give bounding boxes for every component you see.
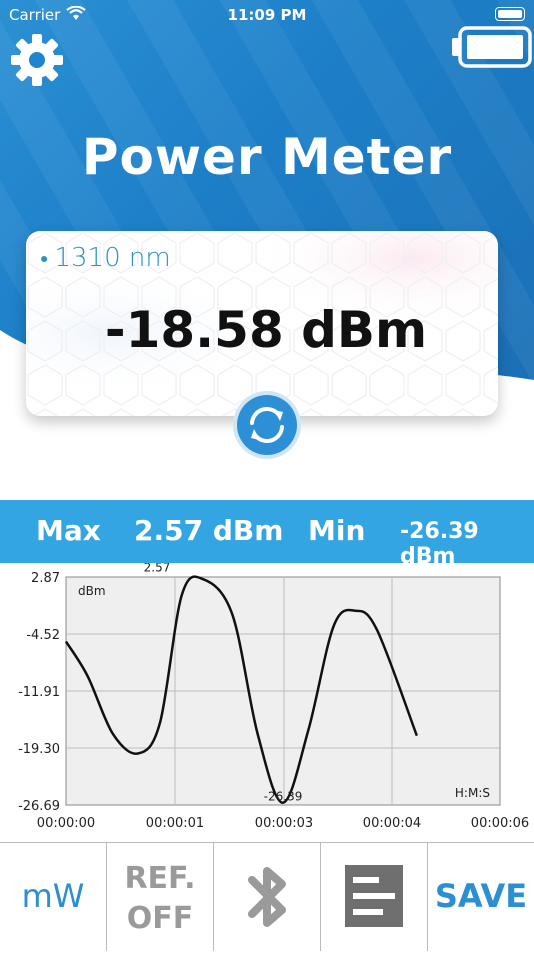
min-label: Min xyxy=(308,514,366,547)
battery-icon xyxy=(452,26,532,68)
min-value: -26.39 dBm xyxy=(400,519,479,569)
gear-icon[interactable] xyxy=(11,34,63,86)
bottom-toolbar: mW REF. OFF SAVE xyxy=(0,842,534,951)
x-unit-label: H:M:S xyxy=(455,786,490,800)
stats-bar: Max 2.57 dBm Min -26.39 dBm xyxy=(0,500,534,569)
data-annotation: -26.39 xyxy=(264,790,303,804)
y-tick-label: -26.69 xyxy=(18,799,60,814)
power-chart: 2.87 -4.52 -11.91 -19.30 -26.69 00:00:00 00:00… xyxy=(18,563,529,831)
y-tick-label: 2.87 xyxy=(31,571,60,586)
bluetooth-button[interactable] xyxy=(214,843,321,951)
x-tick-label: 00:00:03 xyxy=(255,816,313,831)
unit-mw-label: mW xyxy=(21,877,85,915)
bluetooth-icon xyxy=(248,867,286,927)
ref-off-button[interactable]: REF. OFF xyxy=(107,843,214,951)
log-icon xyxy=(345,865,403,927)
x-tick-label: 00:00:04 xyxy=(363,816,421,831)
y-tick-label: -4.52 xyxy=(26,628,60,643)
wavelength-value: 1310 nm xyxy=(54,243,171,273)
max-label: Max xyxy=(36,514,101,547)
ref-label: REF. xyxy=(124,861,196,896)
reading-card: ● 1310 nm -18.58 dBm xyxy=(26,231,498,416)
clock: 11:09 PM xyxy=(227,6,307,24)
unit-mw-button[interactable]: mW xyxy=(0,843,107,951)
off-label: OFF xyxy=(126,901,194,936)
y-tick-label: -11.91 xyxy=(18,685,60,700)
save-label: SAVE xyxy=(434,877,528,915)
status-battery-icon xyxy=(495,7,525,21)
refresh-button[interactable] xyxy=(232,390,302,460)
max-value: 2.57 dBm xyxy=(134,514,284,547)
x-tick-label: 00:00:00 xyxy=(37,816,95,831)
log-button[interactable] xyxy=(321,843,428,951)
x-tick-label: 00:00:06 xyxy=(471,816,529,831)
page-title: Power Meter xyxy=(81,128,453,186)
x-tick-label: 00:00:01 xyxy=(146,816,204,831)
save-button[interactable]: SAVE xyxy=(428,843,534,951)
data-annotation: 2.57 xyxy=(144,563,171,574)
power-reading: -18.58 dBm xyxy=(104,301,428,359)
wavelength-label: ● 1310 nm xyxy=(40,243,171,273)
y-unit-label: dBm xyxy=(78,584,106,598)
y-tick-label: -19.30 xyxy=(18,742,60,757)
